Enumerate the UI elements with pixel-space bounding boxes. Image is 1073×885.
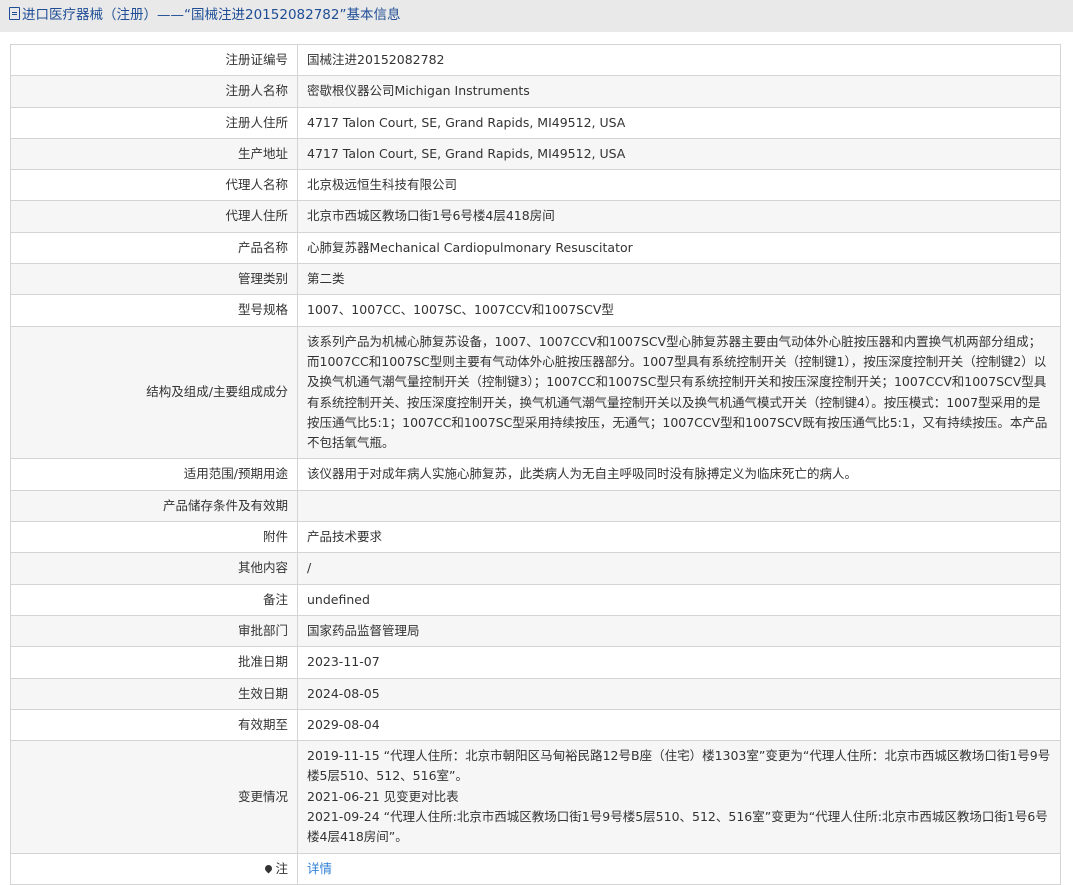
row-label: 结构及组成/主要组成成分 <box>10 325 298 460</box>
row-label: 注 <box>10 852 298 885</box>
row-label: 代理人名称 <box>10 169 298 202</box>
document-icon <box>9 7 20 20</box>
row-label: 适用范围/预期用途 <box>10 458 298 491</box>
note-label: 注 <box>275 860 288 876</box>
row-label: 有效期至 <box>10 708 298 742</box>
row-label: 产品名称 <box>10 231 298 265</box>
table-row: 注册人住所 4717 Talon Court, SE, Grand Rapids,… <box>10 106 1061 139</box>
table-row: 注 详情 <box>10 852 1061 885</box>
table-row: 注册证编号 国械注进20152082782 <box>10 43 1061 77</box>
table-row: 批准日期 2023-11-07 <box>10 646 1061 679</box>
row-label: 批准日期 <box>10 646 298 679</box>
row-value <box>297 489 1061 523</box>
table-row: 代理人名称 北京极远恒生科技有限公司 <box>10 169 1061 202</box>
row-label: 附件 <box>10 521 298 554</box>
page-title: 进口医疗器械（注册）——“国械注进20152082782”基本信息 <box>0 0 1073 32</box>
table-row: 型号规格 1007、1007CC、1007SC、1007CCV和1007SCV型 <box>10 294 1061 327</box>
change-item: 2019-11-15 “代理人住所：北京市朝阳区马甸裕民路12号B座（住宅）楼1… <box>307 748 1051 784</box>
row-value: 4717 Talon Court, SE, Grand Rapids, MI49… <box>297 137 1061 171</box>
row-label: 变更情况 <box>10 740 298 854</box>
row-label: 审批部门 <box>10 614 298 648</box>
change-item: 2021-06-21 见变更对比表 <box>307 788 459 804</box>
table-row: 变更情况 2019-11-15 “代理人住所：北京市朝阳区马甸裕民路12号B座（住… <box>10 740 1061 854</box>
change-list: 2019-11-15 “代理人住所：北京市朝阳区马甸裕民路12号B座（住宅）楼1… <box>297 740 1061 854</box>
row-value: 产品技术要求 <box>297 521 1061 554</box>
change-item: 2021-09-24 “代理人住所:北京市西城区教场口街1号9号楼5层510、5… <box>307 809 1048 845</box>
table-row: 产品名称 心肺复苏器Mechanical Cardiopulmonary Resu… <box>10 231 1061 265</box>
row-value: undefined <box>297 583 1061 616</box>
row-label: 管理类别 <box>10 263 298 296</box>
row-label: 生效日期 <box>10 677 298 710</box>
row-value: 国械注进20152082782 <box>297 43 1061 77</box>
row-label: 注册人住所 <box>10 106 298 139</box>
row-label: 代理人住所 <box>10 200 298 233</box>
table-row: 附件 产品技术要求 <box>10 521 1061 554</box>
row-value: 国家药品监督管理局 <box>297 614 1061 648</box>
row-value: 北京极远恒生科技有限公司 <box>297 169 1061 202</box>
table-row: 管理类别 第二类 <box>10 263 1061 296</box>
row-value: 密歇根仪器公司Michigan Instruments <box>297 75 1061 108</box>
row-label: 其他内容 <box>10 552 298 585</box>
row-value: 心肺复苏器Mechanical Cardiopulmonary Resuscit… <box>297 231 1061 265</box>
row-label: 产品储存条件及有效期 <box>10 489 298 523</box>
table-row: 注册人名称 密歇根仪器公司Michigan Instruments <box>10 75 1061 108</box>
row-value: 北京市西城区教场口街1号6号楼4层418房间 <box>297 200 1061 233</box>
row-value: 2029-08-04 <box>297 708 1061 742</box>
row-label: 备注 <box>10 583 298 616</box>
row-value: 该仪器用于对成年病人实施心肺复苏，此类病人为无自主呼吸同时没有脉搏定义为临床死亡… <box>297 458 1061 491</box>
row-label: 生产地址 <box>10 137 298 171</box>
page-title-text: 进口医疗器械（注册）——“国械注进20152082782”基本信息 <box>22 7 401 23</box>
table-row: 产品储存条件及有效期 <box>10 489 1061 523</box>
row-value: 1007、1007CC、1007SC、1007CCV和1007SCV型 <box>297 294 1061 327</box>
row-value: 第二类 <box>297 263 1061 296</box>
table-row: 适用范围/预期用途 该仪器用于对成年病人实施心肺复苏，此类病人为无自主呼吸同时没有… <box>10 458 1061 491</box>
table-row: 审批部门 国家药品监督管理局 <box>10 614 1061 648</box>
info-table: 注册证编号 国械注进20152082782 注册人名称 密歇根仪器公司Michigan… <box>10 43 1061 885</box>
row-label: 注册人名称 <box>10 75 298 108</box>
table-row: 有效期至 2029-08-04 <box>10 708 1061 742</box>
row-value: / <box>297 552 1061 585</box>
row-label: 型号规格 <box>10 294 298 327</box>
details-link[interactable]: 详情 <box>307 861 332 876</box>
table-row: 生效日期 2024-08-05 <box>10 677 1061 710</box>
table-row: 生产地址 4717 Talon Court, SE, Grand Rapids, … <box>10 137 1061 171</box>
row-value: 2024-08-05 <box>297 677 1061 710</box>
row-value: 该系列产品为机械心肺复苏设备，1007、1007CCV和1007SCV型心肺复苏… <box>297 325 1061 460</box>
pin-icon <box>264 863 274 874</box>
table-row: 代理人住所 北京市西城区教场口街1号6号楼4层418房间 <box>10 200 1061 233</box>
table-row: 其他内容 / <box>10 552 1061 585</box>
row-label: 注册证编号 <box>10 43 298 77</box>
row-value: 2023-11-07 <box>297 646 1061 679</box>
row-value: 4717 Talon Court, SE, Grand Rapids, MI49… <box>297 106 1061 139</box>
table-row: 结构及组成/主要组成成分 该系列产品为机械心肺复苏设备，1007、1007CCV和… <box>10 325 1061 460</box>
table-row: 备注 undefined <box>10 583 1061 616</box>
